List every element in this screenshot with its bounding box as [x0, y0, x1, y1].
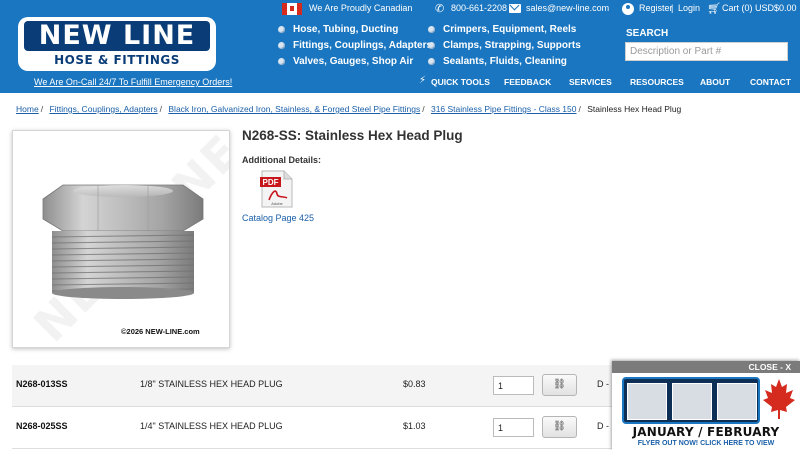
row-price: $1.03: [403, 421, 426, 431]
cart-add-icon: ⛓︎: [553, 421, 566, 432]
register-link[interactable]: Register: [639, 3, 673, 13]
category-valves[interactable]: Valves, Gauges, Shop Air: [293, 56, 413, 67]
catalog-page-link[interactable]: Catalog Page 425: [242, 213, 314, 223]
breadcrumb-fittings[interactable]: Fittings, Couplings, Adapters: [49, 104, 157, 114]
row-extra: D -: [597, 379, 609, 389]
category-bullet-icon: [428, 58, 435, 65]
category-hose[interactable]: Hose, Tubing, Ducting: [293, 24, 398, 35]
additional-details-label: Additional Details:: [242, 155, 322, 165]
nav-quick-tools[interactable]: QUICK TOOLS: [431, 77, 490, 87]
hex-plug-image: [42, 184, 204, 299]
search-label: SEARCH: [626, 28, 669, 39]
phone-link[interactable]: 800-661-2208: [451, 3, 507, 13]
flyer-close-button[interactable]: CLOSE - X: [612, 361, 800, 373]
logo-tagline: HOSE & FITTINGS: [54, 53, 180, 67]
user-icon: [622, 3, 634, 15]
breadcrumb-home[interactable]: Home: [16, 104, 39, 114]
category-bullet-icon: [278, 58, 285, 65]
site-header: NEW LINE HOSE & FITTINGS We Are On-Call …: [0, 0, 800, 93]
breadcrumb-316-stainless[interactable]: 316 Stainless Pipe Fittings - Class 150: [431, 104, 577, 114]
flyer-image-equipment: [672, 383, 712, 420]
add-to-cart-button[interactable]: ⛓︎: [542, 416, 577, 438]
row-sku[interactable]: N268-013SS: [16, 379, 68, 389]
quantity-input[interactable]: [493, 376, 534, 395]
row-description: 1/4" STAINLESS HEX HEAD PLUG: [140, 421, 283, 431]
product-title: N268-SS: Stainless Hex Head Plug: [242, 128, 463, 143]
account-separator: |: [671, 3, 674, 13]
nav-contact[interactable]: CONTACT: [750, 77, 791, 87]
breadcrumb: Home / Fittings, Couplings, Adapters / Bla…: [16, 104, 682, 114]
quantity-input[interactable]: [493, 418, 534, 437]
email-link[interactable]: sales@new-line.com: [526, 3, 609, 13]
oncall-link[interactable]: We Are On-Call 24/7 To Fulfill Emergency…: [34, 77, 232, 87]
flyer-image-hose: [627, 383, 667, 420]
breadcrumb-pipe-fittings[interactable]: Black Iron, Galvanized Iron, Stainless, …: [168, 104, 420, 114]
nav-resources[interactable]: RESOURCES: [630, 77, 684, 87]
mail-icon: [509, 4, 521, 13]
proudly-canadian-text: We Are Proudly Canadian: [309, 3, 413, 13]
login-link[interactable]: Login: [678, 3, 700, 13]
cart-icon[interactable]: 🛒︎: [707, 2, 721, 15]
row-description: 1/8" STAINLESS HEX HEAD PLUG: [140, 379, 283, 389]
brand-logo[interactable]: NEW LINE HOSE & FITTINGS: [18, 17, 216, 71]
flyer-cta[interactable]: FLYER OUT NOW! CLICK HERE TO VIEW: [612, 440, 800, 447]
nav-services[interactable]: SERVICES: [569, 77, 612, 87]
nav-feedback[interactable]: FEEDBACK: [504, 77, 551, 87]
flyer-months: JANUARY / FEBRUARY: [632, 425, 780, 439]
canada-flag-icon: [282, 3, 302, 15]
category-bullet-icon: [428, 42, 435, 49]
flyer-product-images: [622, 377, 760, 424]
add-to-cart-button[interactable]: ⛓︎: [542, 374, 577, 396]
row-price: $0.83: [403, 379, 426, 389]
lightning-icon: ⚡︎: [419, 75, 427, 86]
maple-leaf-icon: [763, 379, 795, 419]
category-fittings[interactable]: Fittings, Couplings, Adapters: [293, 40, 432, 51]
category-bullet-icon: [428, 26, 435, 33]
row-extra: D -: [597, 421, 609, 431]
cart-link[interactable]: Cart (0) USD$0.00: [722, 3, 797, 13]
category-clamps[interactable]: Clamps, Strapping, Supports: [443, 40, 581, 51]
flyer-image-reel: [717, 383, 757, 420]
image-copyright: ©2026 NEW-LINE.com: [121, 327, 200, 336]
phone-icon: ✆: [435, 3, 445, 15]
cart-add-icon: ⛓︎: [553, 379, 566, 390]
product-image[interactable]: NEW LINE: [12, 130, 230, 348]
search-input[interactable]: [625, 42, 788, 61]
category-bullet-icon: [278, 42, 285, 49]
category-bullet-icon: [278, 26, 285, 33]
nav-about[interactable]: ABOUT: [700, 77, 730, 87]
category-crimpers[interactable]: Crimpers, Equipment, Reels: [443, 24, 576, 35]
flyer-popup[interactable]: CLOSE - X JANUARY / FEBRUARY FLYER OUT N…: [612, 361, 800, 450]
breadcrumb-current: Stainless Hex Head Plug: [587, 104, 682, 114]
row-sku[interactable]: N268-025SS: [16, 421, 68, 431]
logo-wordmark: NEW LINE: [24, 21, 210, 51]
pdf-icon[interactable]: PDF Adobe: [260, 170, 294, 208]
pdf-icon-brand: Adobe: [271, 201, 283, 206]
pdf-icon-label: PDF: [263, 178, 279, 187]
category-sealants[interactable]: Sealants, Fluids, Cleaning: [443, 56, 567, 67]
